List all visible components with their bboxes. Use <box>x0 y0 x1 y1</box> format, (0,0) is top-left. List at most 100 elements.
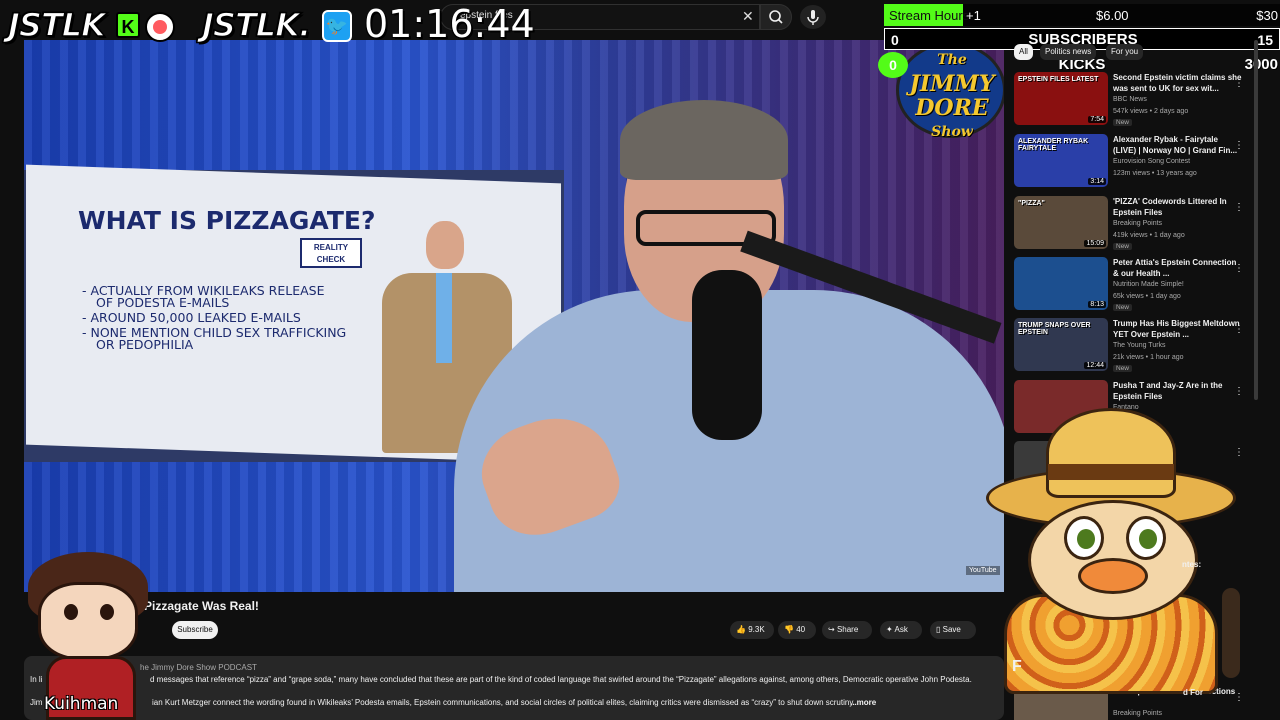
rec-meta: 547k views • 2 days ago <box>1113 108 1189 115</box>
twitter-icon: 🐦 <box>322 10 352 42</box>
ask-button[interactable]: ✦ Ask <box>880 621 922 639</box>
share-icon: ↪ <box>828 625 835 634</box>
penguin-mascot <box>986 408 1240 698</box>
stream-hours-bar: Stream Hours +1 $6.00 $30 <box>884 4 1280 26</box>
rec-channel[interactable]: Nutrition Made Simple! <box>1113 281 1184 288</box>
rec-title[interactable]: Pusha T and Jay-Z Are in the Epstein Fil… <box>1113 380 1243 402</box>
new-badge: New <box>1113 304 1133 311</box>
rec-meta: 123m views • 13 years ago <box>1113 170 1197 177</box>
more-options-icon[interactable]: ⋮ <box>1234 263 1244 274</box>
penguin-eye <box>1126 516 1166 560</box>
like-button[interactable]: 👍 9.3K <box>730 621 774 639</box>
rec-channel[interactable]: Breaking Points <box>1113 710 1162 717</box>
microphone-icon <box>807 10 819 25</box>
rec-channel[interactable]: Eurovision Song Contest <box>1113 158 1190 165</box>
partial-rec-letter: F <box>1012 658 1022 675</box>
video-thumbnail[interactable]: EPSTEIN FILES LATEST 7:54 <box>1014 72 1108 125</box>
save-button[interactable]: ▯ Save <box>930 621 976 639</box>
video-player[interactable]: WHAT IS PIZZAGATE? REALITY CHECK - ACTUA… <box>24 40 1004 592</box>
more-options-icon[interactable]: ⋮ <box>1234 78 1244 89</box>
search-button[interactable] <box>760 4 792 30</box>
rec-channel[interactable]: The Young Turks <box>1113 342 1166 349</box>
penguin-eye <box>1064 516 1104 560</box>
bookmark-icon: ▯ <box>936 625 941 634</box>
video-thumbnail[interactable]: ALEXANDER RYBAK FAIRYTALE 3:14 <box>1014 134 1108 187</box>
share-button[interactable]: ↪ Share <box>822 621 872 639</box>
more-options-icon[interactable]: ⋮ <box>1234 386 1244 397</box>
search-icon <box>769 10 783 24</box>
host-hair <box>620 100 788 180</box>
subscribers-goal: 15 <box>1257 32 1273 48</box>
penguin-flipper <box>1222 588 1240 678</box>
thumbs-down-icon: 👎 <box>784 625 794 634</box>
stream-hours-goal: $30 <box>1256 8 1278 23</box>
video-thumbnail[interactable]: 8:13 <box>1014 257 1108 310</box>
show-more-link[interactable]: ...more <box>850 698 876 707</box>
podcast-microphone <box>692 270 762 440</box>
sidebar-scrollbar[interactable] <box>1254 40 1258 400</box>
inset-title: WHAT IS PIZZAGATE? <box>78 206 376 235</box>
like-count: 9.3K <box>748 625 765 634</box>
recommended-video[interactable]: 8:13 Peter Attia's Epstein Connection & o… <box>1012 257 1260 313</box>
hat-band <box>1048 464 1174 480</box>
rec-meta: 419k views • 1 day ago <box>1113 232 1185 239</box>
mascot-eye <box>64 604 78 620</box>
thumbnail-text: ALEXANDER RYBAK FAIRYTALE <box>1018 138 1089 152</box>
new-badge: New <box>1113 119 1133 126</box>
save-label: Save <box>942 625 961 634</box>
mascot-eye <box>100 604 114 620</box>
chip-politics-news[interactable]: Politics news <box>1040 44 1097 60</box>
voice-search-button[interactable] <box>800 5 826 29</box>
rec-channel[interactable]: Breaking Points <box>1113 220 1162 227</box>
video-thumbnail[interactable]: "PIZZA" 15:09 <box>1014 196 1108 249</box>
rec-title[interactable]: Trump Has His Biggest Meltdown YET Over … <box>1113 318 1243 340</box>
new-badge: New <box>1113 243 1133 250</box>
video-thumbnail[interactable]: TRUMP SNAPS OVER EPSTEIN 12:44 <box>1014 318 1108 371</box>
rec-title[interactable]: 'PIZZA' Codewords Littered In Epstein Fi… <box>1113 196 1243 218</box>
kicks-current: 0 <box>878 52 908 78</box>
thumbnail-text: "PIZZA" <box>1018 200 1045 207</box>
penguin-beak <box>1078 558 1148 594</box>
rec-channel[interactable]: BBC News <box>1113 96 1147 103</box>
stream-hours-mid: $6.00 <box>1096 8 1129 23</box>
mascot-name: Kuihman <box>44 694 119 714</box>
rec-title[interactable]: Second Epstein victim claims she was sen… <box>1113 72 1243 94</box>
anchor-head <box>426 221 464 269</box>
ask-label: Ask <box>894 625 908 634</box>
more-options-icon[interactable]: ⋮ <box>1234 202 1244 213</box>
record-icon <box>145 12 175 42</box>
dislike-button[interactable]: 👎 40 <box>778 621 816 639</box>
recommended-video[interactable]: TRUMP SNAPS OVER EPSTEIN 12:44 Trump Has H… <box>1012 318 1260 374</box>
subscribe-button[interactable]: Subscribe <box>172 621 218 639</box>
new-badge: New <box>1113 365 1133 372</box>
more-options-icon[interactable]: ⋮ <box>1234 324 1244 335</box>
inset-bullet: OR PEDOPHILIA <box>96 337 194 352</box>
recommended-video[interactable]: "PIZZA" 15:09 'PIZZA' Codewords Littered I… <box>1012 196 1260 252</box>
clear-search-icon[interactable]: ✕ <box>742 8 754 25</box>
rec-title[interactable]: Alexander Rybak - Fairytale (LIVE) | Nor… <box>1113 134 1243 156</box>
video-duration: 15:09 <box>1084 240 1106 247</box>
partial-rec-title: d For <box>1183 688 1203 697</box>
rec-meta: 21k views • 1 hour ago <box>1113 354 1184 361</box>
recommended-video[interactable]: EPSTEIN FILES LATEST 7:54 Second Epstein v… <box>1012 72 1260 128</box>
video-duration: 7:54 <box>1088 116 1106 123</box>
more-options-icon[interactable]: ⋮ <box>1234 140 1244 151</box>
share-label: Share <box>836 625 859 634</box>
show-logo-show: Show <box>931 124 973 140</box>
stream-hours-plus: +1 <box>966 8 981 23</box>
brand-logo-right: JSTLK. <box>201 5 312 45</box>
recommended-video[interactable]: ALEXANDER RYBAK FAIRYTALE 3:14 Alexander R… <box>1012 134 1260 190</box>
rec-title[interactable]: Peter Attia's Epstein Connection & our H… <box>1113 257 1243 279</box>
inset-bullet: - AROUND 50,000 LEAKED E-MAILS <box>82 310 301 325</box>
anchor-tie <box>436 273 452 363</box>
video-duration: 8:13 <box>1088 301 1106 308</box>
thumbnail-text: TRUMP SNAPS OVER EPSTEIN <box>1018 322 1091 336</box>
kicks-goal: 3000 <box>1244 56 1278 73</box>
screen: epstein files ✕ WHAT IS PIZZAGATE? REALI… <box>0 0 1280 720</box>
thumbnail-text: EPSTEIN FILES LATEST <box>1018 76 1099 83</box>
thumbs-up-icon: 👍 <box>736 625 746 634</box>
hat-crown <box>1046 408 1176 498</box>
show-logo-dore: DORE <box>915 95 989 121</box>
chip-for-you[interactable]: For you <box>1106 44 1144 60</box>
chip-all[interactable]: All <box>1014 44 1033 60</box>
